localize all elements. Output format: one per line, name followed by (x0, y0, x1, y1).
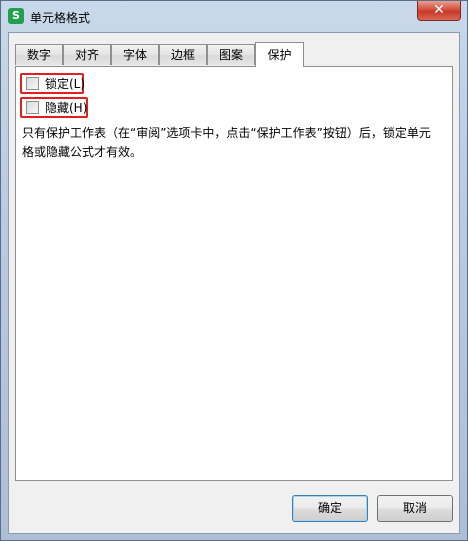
tab-border[interactable]: 边框 (159, 44, 207, 65)
close-button[interactable]: ✕ (417, 1, 461, 21)
cancel-button[interactable]: 取消 (377, 495, 453, 522)
dialog-body: 数字 对齐 字体 边框 图案 保护 锁定(L) 隐藏(H) 只有保护工作表（在“… (8, 32, 460, 534)
locked-checkbox-row[interactable]: 锁定(L) (20, 73, 86, 94)
hidden-label: 隐藏(H) (45, 101, 88, 115)
hidden-checkbox-row[interactable]: 隐藏(H) (20, 97, 88, 118)
hidden-checkbox[interactable] (26, 101, 39, 114)
ok-button[interactable]: 确定 (292, 495, 368, 522)
protection-description: 只有保护工作表（在“审阅”选项卡中，点击“保护工作表”按钮）后，锁定单元格或隐藏… (22, 126, 431, 159)
tab-protection[interactable]: 保护 (255, 42, 304, 67)
tab-font[interactable]: 字体 (111, 44, 159, 65)
dialog-title: 单元格格式 (30, 11, 91, 25)
format-cells-dialog: S 单元格格式 ✕ 数字 对齐 字体 边框 图案 保护 锁定(L) 隐藏(H) … (0, 0, 468, 541)
tab-alignment[interactable]: 对齐 (63, 44, 111, 65)
title-bar[interactable]: S 单元格格式 ✕ (1, 1, 467, 33)
tab-number[interactable]: 数字 (15, 44, 63, 65)
close-icon: ✕ (433, 2, 445, 18)
locked-checkbox[interactable] (26, 77, 39, 90)
locked-label: 锁定(L) (45, 77, 86, 91)
tab-pattern[interactable]: 图案 (207, 44, 255, 65)
protection-panel: 锁定(L) 隐藏(H) 只有保护工作表（在“审阅”选项卡中，点击“保护工作表”按… (15, 66, 453, 481)
wps-spreadsheet-icon: S (8, 8, 24, 24)
